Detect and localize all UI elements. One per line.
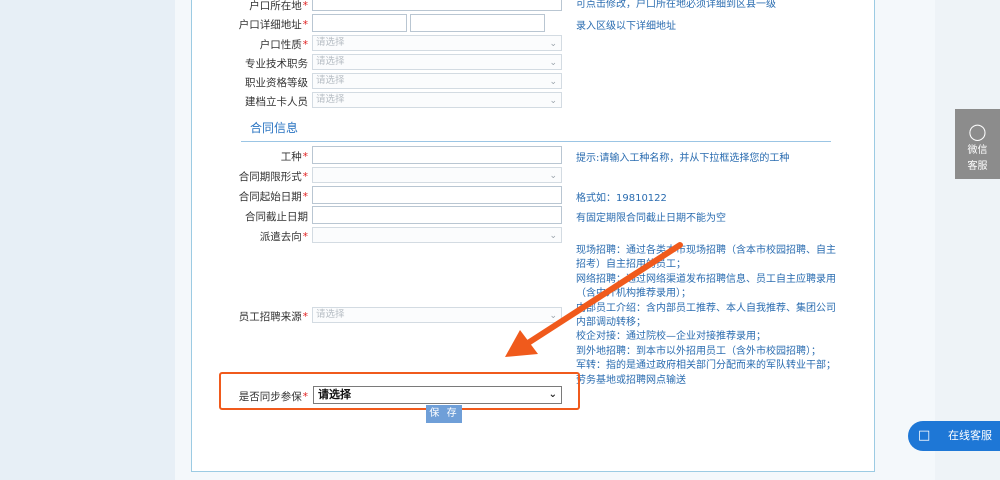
annotation-arrow-icon — [505, 242, 683, 357]
wechat-label: 客服 — [967, 161, 988, 172]
wechat-label: 微信 — [967, 145, 988, 156]
chat-bubble-icon: □ — [918, 428, 931, 443]
wechat-service-widget[interactable]: ◯ 微信 客服 — [955, 109, 1000, 179]
online-service-button[interactable]: □ 在线客服 — [908, 421, 1000, 451]
wechat-icon: ◯ — [968, 122, 987, 141]
online-service-label: 在线客服 — [948, 429, 992, 442]
